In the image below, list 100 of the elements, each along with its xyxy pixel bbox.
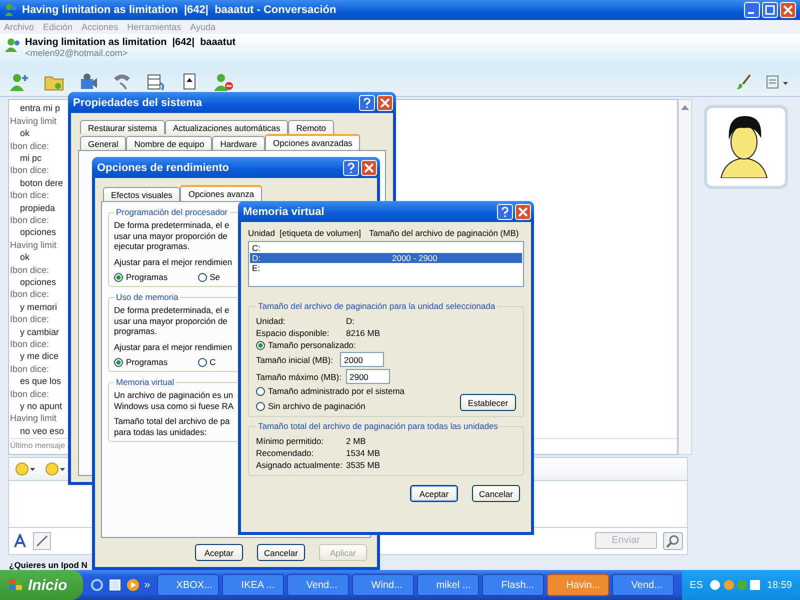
help-button[interactable]: [359, 94, 375, 110]
close-button[interactable]: [361, 160, 377, 176]
radio-button[interactable]: [256, 340, 265, 350]
menu-icon[interactable]: [766, 74, 790, 90]
brush-icon[interactable]: [736, 74, 752, 90]
drive-cell-text: D:: [252, 253, 262, 263]
description-text: Un archivo de paginación es un: [114, 390, 234, 400]
sender-label: Having limit: [10, 412, 57, 425]
description-text: De forma predeterminada, el e: [114, 220, 230, 230]
tab[interactable]: Opciones avanzadas: [265, 134, 360, 150]
sender-label: Ibon dice:: [10, 140, 50, 152]
desktop-icon[interactable]: [108, 578, 122, 592]
phone-icon[interactable]: [112, 72, 132, 91]
radio-button[interactable]: [256, 386, 265, 396]
drive-cell-text: C:: [252, 243, 262, 253]
radio-button[interactable]: [256, 402, 265, 410]
tab[interactable]: Remoto: [288, 120, 334, 134]
info-label: Unidad:: [256, 316, 286, 326]
add-contact-icon[interactable]: [10, 72, 30, 91]
search-icon[interactable]: [663, 532, 683, 550]
taskbar-button[interactable]: Vend...: [612, 574, 674, 596]
close-button[interactable]: [377, 94, 393, 110]
taskbar-button[interactable]: Wind...: [352, 574, 414, 596]
ad-text[interactable]: ¿Quieres un Ipod N: [9, 560, 88, 570]
font-icon[interactable]: [13, 534, 27, 548]
tab[interactable]: Restaurar sistema: [80, 120, 165, 134]
info-label: Asignado actualmente:: [256, 460, 344, 470]
tab[interactable]: Opciones avanza: [180, 185, 262, 201]
input-field[interactable]: 2000: [340, 352, 384, 367]
set-button[interactable]: Establecer: [460, 394, 516, 411]
dialog-button[interactable]: Aceptar: [410, 485, 458, 502]
dialog-button[interactable]: Cancelar: [472, 485, 520, 502]
chat-message: ok: [20, 127, 30, 140]
pen-icon[interactable]: [33, 532, 51, 550]
column-header: Tamaño del archivo de paginación (MB): [368, 228, 519, 238]
scroll-up-icon[interactable]: [681, 104, 690, 110]
radio-label[interactable]: C: [210, 357, 216, 367]
contact-icon: [5, 37, 21, 54]
taskbar-button[interactable]: Vend...: [287, 574, 350, 596]
chat-message: y me dice: [20, 350, 59, 363]
close-button[interactable]: [780, 2, 796, 18]
chat-message: ok: [20, 251, 30, 264]
prompt-text: Ajustar para el mejor rendimien: [114, 256, 232, 267]
minimize-button[interactable]: [744, 2, 760, 18]
column-header: Unidad [etiqueta de volumen]: [248, 228, 361, 238]
radio-label[interactable]: Tamaño administrado por el sistema: [268, 386, 405, 396]
tab[interactable]: Nombre de equipo: [126, 136, 212, 150]
taskbar-button[interactable]: IKEA ...: [222, 574, 284, 596]
info-label: Recomendado:: [256, 448, 315, 458]
close-button[interactable]: [515, 204, 531, 220]
description-text: programas.: [114, 326, 157, 336]
more-button[interactable]: »: [144, 579, 150, 591]
taskbar-button[interactable]: XBOX...: [157, 574, 220, 596]
maximize-button[interactable]: [762, 2, 778, 18]
film-icon[interactable]: [146, 72, 166, 91]
help-button[interactable]: [497, 204, 513, 220]
taskbar-button[interactable]: Flash...: [482, 574, 544, 596]
help-button[interactable]: [343, 160, 359, 176]
taskbar-button[interactable]: mikel ...: [417, 574, 480, 596]
dialog-title: Memoria virtual: [243, 206, 324, 218]
description-text: usar una mayor proporción de: [114, 230, 228, 241]
radio-button[interactable]: [198, 272, 207, 282]
chat-message: propieda: [20, 202, 56, 214]
radio-button[interactable]: [114, 358, 123, 366]
tab[interactable]: Efectos visuales: [103, 187, 180, 201]
browser-icon[interactable]: [90, 578, 104, 592]
radio-button[interactable]: [114, 272, 123, 282]
drive-row[interactable]: E:: [250, 263, 522, 273]
emoticon-icon[interactable]: [15, 462, 37, 476]
block-contact-icon[interactable]: [214, 72, 234, 91]
tab[interactable]: General: [80, 136, 126, 150]
radio-label[interactable]: Programas: [126, 357, 168, 367]
info-label: Mínimo permitido:: [256, 436, 325, 446]
chat-message: y cambiar: [20, 326, 60, 338]
chat-message: entra mi p: [20, 102, 60, 115]
dialog-button[interactable]: Aceptar: [194, 544, 243, 561]
input-field[interactable]: 2900: [346, 369, 390, 384]
dialog-title: Propiedades del sistema: [73, 96, 202, 108]
media-player-icon[interactable]: [126, 578, 140, 592]
radio-button[interactable]: [198, 358, 207, 366]
radio-label[interactable]: Se: [210, 272, 220, 282]
radio-label[interactable]: Programas: [126, 272, 168, 282]
info-label: Espacio disponible:: [256, 328, 330, 338]
clock: 18:59: [766, 580, 792, 590]
description-text: ejecutar programas.: [114, 241, 190, 252]
dialog-button[interactable]: Cancelar: [256, 544, 305, 561]
drive-row[interactable]: D: 2000 - 2900: [250, 253, 522, 263]
sender-label: Ibon dice:: [10, 313, 50, 326]
tab[interactable]: Actualizaciones automáticas: [164, 120, 288, 134]
tray-icons-drawing[interactable]: [708, 578, 761, 592]
contact-name: Having limitation as limitation |642| baaatut: [25, 37, 236, 48]
radio-label[interactable]: Sin archivo de paginación: [268, 401, 366, 411]
chat-message: y memori: [20, 300, 58, 314]
drive-row[interactable]: C:: [250, 243, 522, 253]
wink-icon[interactable]: [45, 462, 67, 476]
group-title: Memoria virtual: [114, 377, 176, 387]
chat-message: boton dere: [20, 176, 64, 190]
webcam-icon[interactable]: [78, 72, 98, 91]
tab[interactable]: Hardware: [212, 136, 266, 150]
radio-label[interactable]: Tamaño personalizado:: [268, 340, 356, 350]
